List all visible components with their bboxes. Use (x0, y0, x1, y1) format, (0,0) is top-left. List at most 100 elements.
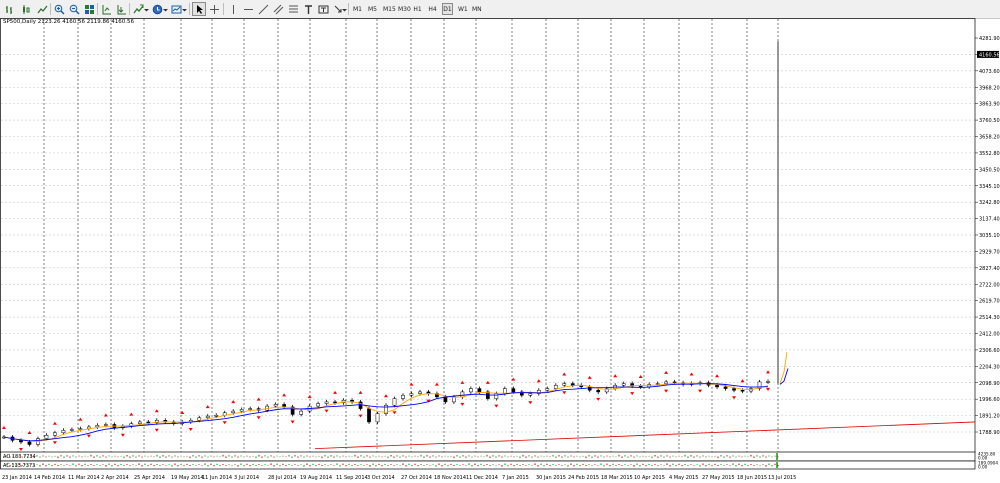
y-tick-label: 3035.10 (979, 233, 1000, 239)
x-tick-label: 4 May 2015 (669, 475, 698, 481)
candlestick-icon[interactable] (19, 2, 33, 16)
y-tick-label: 1788.90 (979, 430, 1000, 436)
y-tick-label: 3552.80 (979, 151, 1000, 157)
timeframe-m30[interactable]: M30 (397, 3, 411, 15)
auto-scroll-icon[interactable] (114, 2, 128, 16)
y-tick-label: 4073.60 (979, 69, 1000, 75)
timeframe-m1[interactable]: M1 (352, 3, 363, 15)
candle-body (137, 421, 142, 424)
y-tick-label: 2204.30 (979, 364, 1000, 370)
x-tick-label: 3 Jul 2014 (234, 475, 259, 481)
cursor-icon[interactable] (192, 2, 206, 16)
chart-title: SP500,Daily 2123.26 4160.56 2119.86 4160… (3, 19, 134, 25)
vertical-line-icon[interactable] (226, 2, 240, 16)
candle-body (511, 388, 516, 393)
zoom-out-icon[interactable] (67, 2, 81, 16)
chevron-down-icon[interactable] (340, 2, 347, 16)
plot-frame (0, 18, 976, 453)
candle-body (316, 403, 320, 407)
candle-body (469, 388, 473, 393)
x-tick-label: 7 Jan 2015 (502, 475, 529, 481)
chevron-down-icon[interactable] (180, 2, 187, 16)
y-tick-label: 2722.00 (979, 282, 1000, 288)
y-tick-label: 3760.50 (979, 118, 1000, 124)
timeframe-h4[interactable]: H4 (427, 3, 438, 15)
candle-body (638, 385, 643, 388)
chart-area[interactable]: 4281.90 4160.56 4073.60 3968.20 3863.90 3760.… (0, 18, 1000, 483)
timeframe-w1[interactable]: W1 (457, 3, 468, 15)
bar-chart-icon[interactable] (3, 2, 17, 16)
current-price-label: 4160.56 (979, 52, 1000, 58)
x-tick-label: 18 Nov 2014 (434, 475, 466, 481)
candle-body (214, 415, 219, 417)
timeframe-m15[interactable]: M15 (382, 3, 396, 15)
candle-body (553, 384, 558, 389)
zoom-in-icon[interactable] (52, 2, 66, 16)
y-tick-label: 2514.30 (979, 315, 1000, 321)
candle-body (655, 383, 660, 385)
equidistant-channel-icon[interactable] (271, 2, 285, 16)
x-tick-label: 30 Jan 2015 (536, 475, 566, 481)
x-tick-label: 2 Apr 2014 (101, 475, 129, 481)
sub-window-label: AO 183.7734 (3, 454, 36, 460)
candle-body (392, 398, 397, 406)
sub-window-scale-label: 0.00 (978, 465, 988, 470)
y-tick-label: 3863.90 (979, 102, 1000, 108)
candle-body (78, 428, 83, 430)
text-label-icon[interactable] (316, 2, 330, 16)
timeframe-d1[interactable]: D1 (442, 3, 453, 15)
x-tick-label: 24 Feb 2015 (568, 475, 599, 481)
x-tick-label: 27 Oct 2014 (401, 475, 432, 481)
candle-body (477, 388, 482, 393)
candle-body (740, 389, 745, 392)
y-tick-label: 1891.20 (979, 414, 1000, 420)
x-tick-label: 28 Jul 2014 (268, 475, 296, 481)
candle-body (27, 441, 32, 445)
x-tick-label: 11 Jun 2014 (202, 475, 232, 481)
chevron-down-icon[interactable] (161, 2, 168, 16)
candle-body (401, 394, 405, 399)
timeframe-h1[interactable]: H1 (412, 3, 423, 15)
y-tick-label: 3658.20 (979, 135, 1000, 141)
x-tick-label: 18 Jun 2015 (737, 475, 767, 481)
candle-body (61, 430, 66, 434)
y-tick-label: 3450.50 (979, 167, 1000, 173)
candle-body (197, 417, 202, 421)
crosshair-icon[interactable] (207, 2, 221, 16)
toolbar: M1 M5 M15 M30 H1 H4 D1 W1 MN (0, 0, 1000, 19)
candle-body (409, 393, 414, 396)
candle-body (664, 381, 668, 384)
tile-windows-icon[interactable] (82, 2, 96, 16)
candle-body (621, 383, 626, 386)
candle-body (70, 429, 74, 431)
candle-body (732, 388, 736, 391)
y-tick-label: 2098.90 (979, 381, 1000, 387)
y-tick-label: 3242.80 (979, 200, 1000, 206)
timeframe-mn[interactable]: MN (471, 3, 482, 15)
horizontal-line-icon[interactable] (241, 2, 255, 16)
x-tick-label: 11 Mar 2014 (68, 475, 100, 481)
x-tick-label: 3 Oct 2014 (367, 475, 395, 481)
candle-body (418, 391, 422, 394)
line-chart-icon[interactable] (35, 2, 49, 16)
y-tick-label: 2412.00 (979, 332, 1000, 338)
candle-body (104, 424, 108, 426)
candle-body (231, 410, 236, 414)
x-tick-label: 25 Apr 2014 (134, 475, 165, 481)
chevron-down-icon[interactable] (142, 2, 149, 16)
candle-body (766, 381, 770, 383)
candle-body (324, 401, 329, 404)
fibonacci-icon[interactable] (286, 2, 300, 16)
trendline-icon[interactable] (256, 2, 270, 16)
candle-body (53, 432, 57, 436)
sub-window-2 (0, 460, 976, 470)
y-tick-label: 2306.60 (979, 348, 1000, 354)
chart-shift-icon[interactable] (99, 2, 113, 16)
y-tick-label: 3345.10 (979, 184, 1000, 190)
timeframe-m5[interactable]: M5 (367, 3, 378, 15)
sub-window-label: AC 133.7373 (3, 463, 35, 469)
x-tick-label: 14 Feb 2014 (34, 475, 65, 481)
candle-body (587, 386, 592, 391)
x-tick-label: 11 Sep 2014 (336, 475, 368, 481)
text-tool-icon[interactable] (301, 2, 315, 16)
